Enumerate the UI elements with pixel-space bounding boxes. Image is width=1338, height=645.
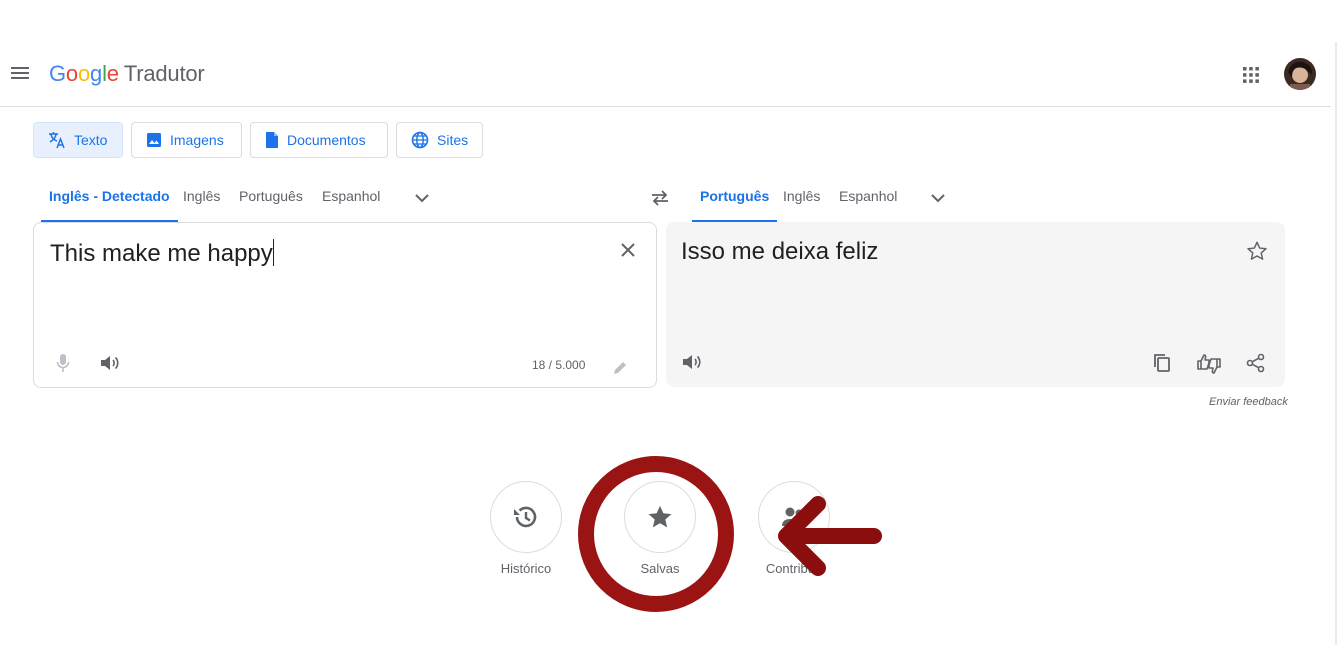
save-translation-star-icon[interactable] — [1246, 240, 1268, 262]
send-feedback-link[interactable]: Enviar feedback — [1209, 396, 1288, 408]
history-icon — [514, 506, 537, 528]
contribute-button[interactable] — [758, 481, 830, 553]
translated-text: Isso me deixa feliz — [681, 238, 879, 265]
people-icon — [782, 507, 803, 526]
copy-icon[interactable] — [1152, 353, 1172, 373]
product-name: Tradutor — [123, 61, 205, 86]
mode-sites-label: Sites — [437, 132, 469, 148]
page-scrollbar[interactable] — [1335, 42, 1337, 645]
target-lang-chevron-down-icon[interactable] — [929, 190, 947, 206]
contribute-label: Contribuir — [765, 561, 823, 576]
source-speaker-icon[interactable] — [100, 354, 120, 372]
source-text-input[interactable]: This make me happy — [50, 239, 274, 268]
contribute-item: Contribuir — [749, 481, 839, 576]
source-lang-detected-tab[interactable]: Inglês - Detectado — [41, 188, 178, 222]
mode-images-button[interactable]: Imagens — [131, 122, 242, 158]
avatar[interactable] — [1284, 58, 1316, 90]
source-lang-portuguese-tab[interactable]: Português — [239, 188, 303, 222]
clear-text-close-icon[interactable] — [620, 242, 636, 258]
target-lang-english-tab[interactable]: Inglês — [783, 188, 820, 222]
share-icon[interactable] — [1246, 353, 1266, 373]
translate-icon — [49, 132, 65, 149]
image-icon — [147, 133, 161, 147]
google-translate-logo[interactable]: Google Tradutor — [49, 61, 205, 87]
mode-images-label: Imagens — [170, 132, 224, 148]
mode-text-label: Texto — [74, 132, 108, 148]
history-item: Histórico — [481, 481, 571, 576]
saved-item: Salvas — [615, 481, 705, 576]
target-lang-portuguese-tab[interactable]: Português — [692, 188, 778, 222]
star-icon — [648, 505, 672, 528]
translation-speaker-icon[interactable] — [682, 353, 702, 371]
character-count: 18 / 5.000 — [532, 358, 586, 372]
source-lang-spanish-tab[interactable]: Espanhol — [322, 188, 380, 222]
edit-pencil-icon[interactable] — [612, 360, 628, 376]
rate-translation-thumbs-icon[interactable] — [1196, 353, 1222, 375]
avatar-photo-icon — [1284, 58, 1316, 90]
history-label: Histórico — [500, 561, 552, 576]
source-lang-english-tab[interactable]: Inglês — [183, 188, 220, 222]
google-logo: Google — [49, 61, 119, 86]
top-bar: Google Tradutor — [0, 42, 1331, 107]
globe-icon — [411, 131, 429, 149]
saved-button[interactable] — [624, 481, 696, 553]
mode-text-button[interactable]: Texto — [33, 122, 123, 158]
history-button[interactable] — [490, 481, 562, 553]
source-lang-chevron-down-icon[interactable] — [413, 190, 431, 206]
hamburger-menu-icon[interactable] — [10, 64, 30, 82]
apps-grid-icon[interactable] — [1242, 66, 1260, 84]
document-icon — [266, 132, 278, 148]
translation-panel: Isso me deixa feliz — [666, 222, 1285, 387]
source-text-value: This make me happy — [50, 240, 273, 267]
mode-sites-button[interactable]: Sites — [396, 122, 483, 158]
text-cursor — [272, 239, 274, 266]
mode-documents-button[interactable]: Documentos — [250, 122, 388, 158]
microphone-icon[interactable] — [56, 353, 70, 373]
saved-label: Salvas — [640, 561, 680, 576]
source-text-panel: This make me happy 18 / 5.000 — [33, 222, 657, 388]
target-lang-spanish-tab[interactable]: Espanhol — [839, 188, 897, 222]
mode-documents-label: Documentos — [287, 132, 366, 148]
swap-languages-icon[interactable] — [650, 190, 670, 206]
